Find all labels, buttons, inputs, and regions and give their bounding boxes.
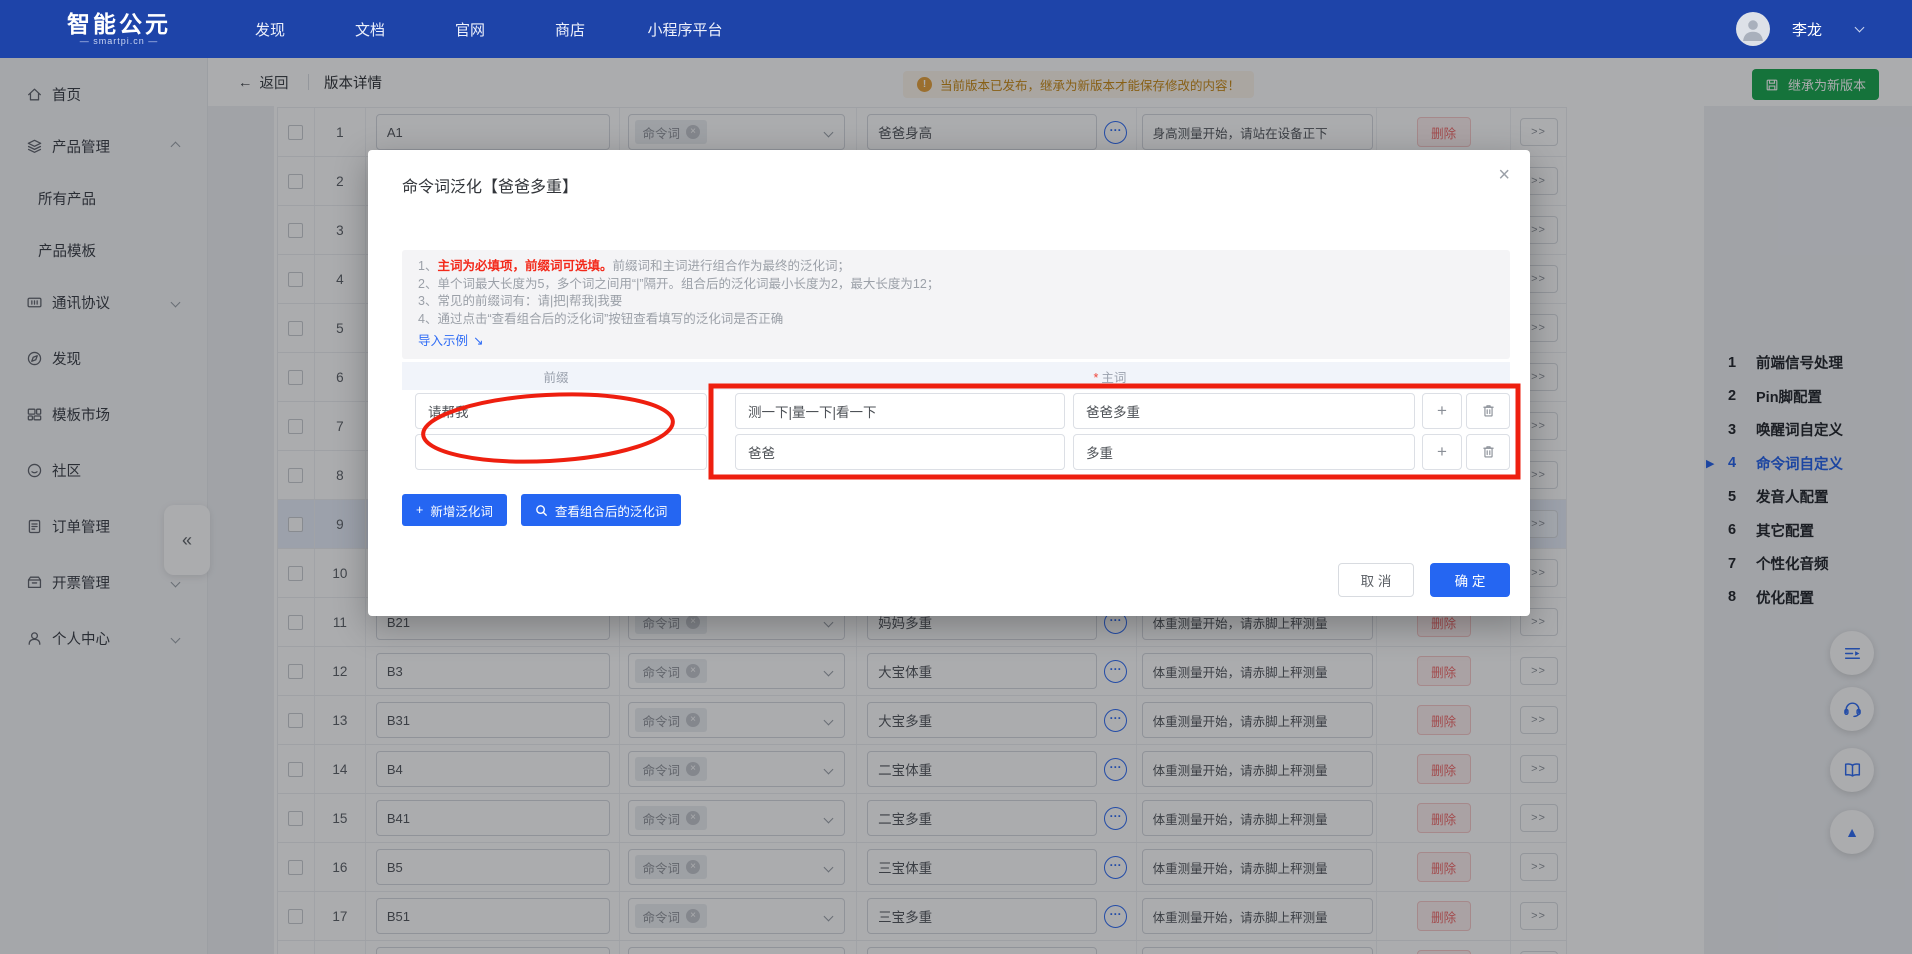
generalization-rows: + + [402,390,1510,472]
import-arrow-icon: ↘ [473,334,484,348]
cancel-button[interactable]: 取 消 [1338,563,1414,597]
delete-word-button[interactable] [1466,433,1510,470]
nav-item[interactable]: 发现 [230,19,310,40]
generalization-table-header: 前缀 * 主词 [402,362,1510,390]
chevron-down-icon[interactable] [1854,22,1865,32]
modal-footer: 取 消 确 定 [1338,563,1510,597]
generalization-row: + [402,390,1510,431]
instruction-line: 4、通过点击“查看组合后的泛化词”按钮查看填写的泛化词是否正确 [418,311,784,326]
top-navbar: 智能公元 — smartpi.cn — 发现 文档 官网 商店 小程序平台 李龙 [0,0,1912,58]
main-nav: 发现 文档 官网 商店 小程序平台 [230,19,760,40]
view-combined-words-button[interactable]: 查看组合后的泛化词 [520,494,682,526]
nav-item[interactable]: 小程序平台 [630,19,740,40]
main-word-input-2[interactable] [1073,433,1415,470]
required-note: 主词为必填项，前缀词可选填。 [437,259,613,273]
add-generalization-button[interactable]: + 新增泛化词 [402,494,507,526]
prefix-input[interactable] [415,392,707,429]
instruction-lines: 1、主词为必填项，前缀词可选填。前缀词和主词进行组合作为最终的泛化词； 2、单个… [418,258,1494,328]
plus-icon: + [416,503,424,517]
generalization-modal: 命令词泛化【爸爸多重】 × 1、主词为必填项，前缀词可选填。前缀词和主词进行组合… [368,150,1530,616]
nav-item[interactable]: 官网 [430,19,510,40]
instruction-line: 3、常见的前缀词有：请|把|帮我|我要 [418,294,623,308]
prefix-input[interactable] [415,433,707,470]
user-name[interactable]: 李龙 [1792,19,1822,40]
search-icon [535,504,547,516]
nav-item[interactable]: 商店 [530,19,610,40]
instruction-line: 2、单个词最大长度为5，多个词之间用“|”隔开。组合后的泛化词最小长度为2，最大… [418,276,940,291]
add-word-button[interactable]: + [1422,392,1462,429]
brand-subtitle: — smartpi.cn — [79,36,159,46]
prefix-column-header: 前缀 [543,370,569,385]
modal-close-icon[interactable]: × [1498,164,1510,187]
required-asterisk: * [1093,370,1099,385]
instruction-line: 1、主词为必填项，前缀词可选填。前缀词和主词进行组合作为最终的泛化词； [418,259,850,273]
brand-title: 智能公元 [67,11,171,37]
main-word-input-1[interactable] [735,392,1065,429]
main-word-column-header: * 主词 [1093,370,1127,385]
user-menu: 李龙 [1736,0,1865,58]
user-avatar[interactable] [1736,12,1770,46]
trash-icon [1482,405,1494,417]
main-word-input-1[interactable] [735,433,1065,470]
screen: 1 命令词× ··· 删除 >> 2 [0,0,1912,954]
avatar-person-icon [1743,20,1763,41]
modal-title: 命令词泛化【爸爸多重】 [402,179,579,196]
trash-icon [1482,446,1494,458]
main-word-input-2[interactable] [1073,392,1415,429]
generalization-row: + [402,431,1510,472]
confirm-button[interactable]: 确 定 [1430,563,1510,597]
add-word-button[interactable]: + [1422,433,1462,470]
generalization-table: 前缀 *主词 + [402,362,1510,472]
delete-word-button[interactable] [1466,392,1510,429]
nav-item[interactable]: 文档 [330,19,410,40]
brand-logo[interactable]: 智能公元 — smartpi.cn — [40,12,198,46]
import-example-link[interactable]: 导入示例 ↘ [418,333,484,351]
generalization-actions: + 新增泛化词 查看组合后的泛化词 [402,494,682,526]
instructions-box: 1、主词为必填项，前缀词可选填。前缀词和主词进行组合作为最终的泛化词； 2、单个… [402,250,1510,359]
